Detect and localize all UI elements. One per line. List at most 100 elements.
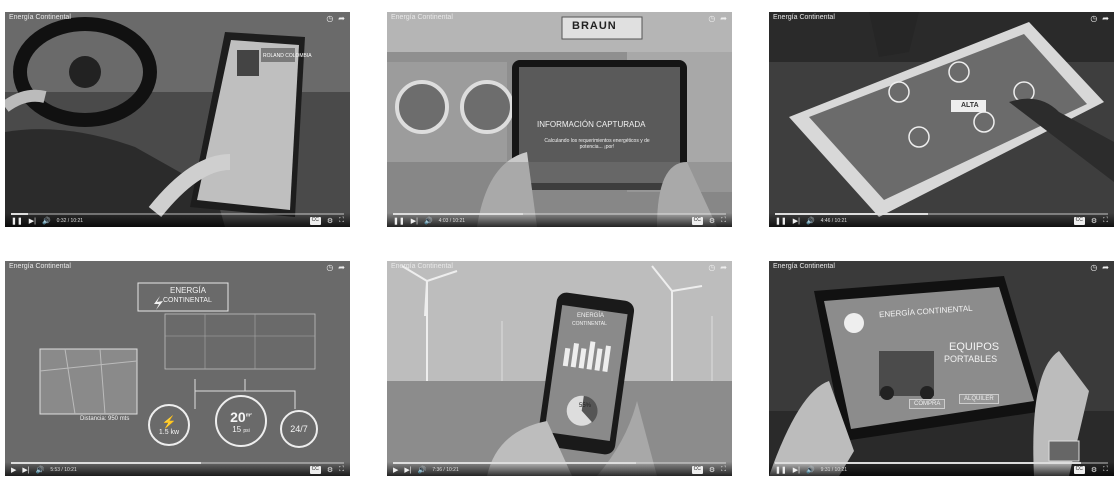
- controls-left: ❚❚ ▶| 🔊 0:32 / 10:21: [11, 217, 83, 225]
- controls-right: CC ⚙ ⛶: [1073, 217, 1108, 225]
- controls-right: CC ⚙ ⛶: [309, 466, 344, 474]
- distance-label: Distancia: 950 mts: [80, 416, 130, 422]
- clock-icon[interactable]: ◷: [326, 14, 333, 23]
- controls-left: ❚❚ ▶| 🔊 4:46 / 10:21: [775, 217, 847, 225]
- buy-button[interactable]: COMPRA: [909, 399, 946, 409]
- settings-icon[interactable]: ⚙: [709, 217, 715, 225]
- video-thumbnail-2[interactable]: BRAUN INFORMACIÓN CAPTURADA Calculando l…: [387, 12, 732, 227]
- progress-bar[interactable]: [775, 213, 1108, 215]
- controls-right: CC ⚙ ⛶: [691, 217, 726, 225]
- captions-icon[interactable]: CC: [691, 466, 703, 474]
- time-display: 5:53 / 10:21: [50, 467, 77, 473]
- bolt-icon: ⚡: [161, 414, 177, 429]
- volume-icon[interactable]: 🔊: [42, 217, 51, 225]
- share-icon[interactable]: ➦: [720, 14, 727, 23]
- area-number: 20: [230, 408, 246, 425]
- settings-icon[interactable]: ⚙: [1091, 217, 1097, 225]
- video-thumbnail-4[interactable]: ENERGÍA CONTINENTAL Distancia: 950 mts ⚡…: [5, 261, 350, 476]
- next-icon[interactable]: ▶|: [22, 466, 29, 474]
- video-title[interactable]: Energía Continental: [773, 14, 835, 21]
- progress-played: [775, 462, 1082, 464]
- clock-icon[interactable]: ◷: [708, 263, 715, 272]
- video-title[interactable]: Energía Continental: [9, 263, 71, 270]
- video-title[interactable]: Energía Continental: [391, 14, 453, 21]
- fullscreen-icon[interactable]: ⛶: [721, 466, 726, 474]
- video-thumbnail-3[interactable]: ALTA Energía Continental ◷ ➦ ❚❚ ▶| 🔊 4:4…: [769, 12, 1114, 227]
- volume-icon[interactable]: 🔊: [36, 466, 45, 474]
- captions-icon[interactable]: CC: [1073, 466, 1085, 474]
- progress-bar[interactable]: [775, 462, 1108, 464]
- share-icon[interactable]: ➦: [1102, 263, 1109, 272]
- settings-icon[interactable]: ⚙: [1091, 466, 1097, 474]
- play-icon[interactable]: ▶: [11, 466, 16, 474]
- settings-icon[interactable]: ⚙: [709, 466, 715, 474]
- next-icon[interactable]: ▶|: [404, 466, 411, 474]
- app-title-1: ENERGÍA: [577, 313, 605, 319]
- progress-bar[interactable]: [393, 462, 726, 464]
- time-display: 4:03 / 10:21: [438, 218, 466, 224]
- progress-bar[interactable]: [393, 213, 726, 215]
- volume-icon[interactable]: 🔊: [806, 217, 815, 225]
- pie-percent: 55%: [579, 403, 592, 409]
- product-title-1: EQUIPOS: [949, 341, 1000, 353]
- play-icon[interactable]: ▶: [393, 466, 398, 474]
- controls-right: CC ⚙ ⛶: [309, 217, 344, 225]
- pause-icon[interactable]: ❚❚: [393, 217, 405, 225]
- clock-icon[interactable]: ◷: [708, 14, 715, 23]
- fullscreen-icon[interactable]: ⛶: [1103, 217, 1108, 225]
- fullscreen-icon[interactable]: ⛶: [721, 217, 726, 225]
- power-stat: ⚡ 1.5 kw: [148, 404, 190, 446]
- pause-icon[interactable]: ❚❚: [775, 466, 787, 474]
- progress-bar[interactable]: [11, 462, 344, 464]
- clock-icon[interactable]: ◷: [1090, 263, 1097, 272]
- progress-bar[interactable]: [11, 213, 344, 215]
- video-title[interactable]: Energía Continental: [9, 14, 71, 21]
- fullscreen-icon[interactable]: ⛶: [1103, 466, 1108, 474]
- video-thumbnail-5[interactable]: ENERGÍA CONTINENTAL 55% Energía Continen…: [387, 261, 732, 476]
- settings-icon[interactable]: ⚙: [327, 466, 333, 474]
- share-icon[interactable]: ➦: [338, 14, 345, 23]
- video-thumbnail-1[interactable]: ROLAND COLOMBIA Energía Continental ◷ ➦ …: [5, 12, 350, 227]
- pause-icon[interactable]: ❚❚: [11, 217, 23, 225]
- next-icon[interactable]: ▶|: [29, 217, 36, 225]
- time-display: 4:46 / 10:21: [820, 218, 848, 224]
- share-icon[interactable]: ➦: [1102, 14, 1109, 23]
- captions-icon[interactable]: CC: [309, 466, 321, 474]
- next-icon[interactable]: ▶|: [411, 217, 418, 225]
- captions-icon[interactable]: CC: [309, 217, 321, 225]
- controls-left: ▶ ▶| 🔊 5:53 / 10:21: [11, 466, 77, 474]
- top-icons: ◷ ➦: [708, 263, 727, 272]
- clock-icon[interactable]: ◷: [1090, 14, 1097, 23]
- captions-icon[interactable]: CC: [1073, 217, 1085, 225]
- top-icons: ◷ ➦: [326, 14, 345, 23]
- power-value: 1.5 kw: [158, 428, 180, 436]
- next-icon[interactable]: ▶|: [793, 466, 800, 474]
- clock-icon[interactable]: ◷: [326, 263, 333, 272]
- progress-played: [11, 213, 28, 215]
- volume-icon[interactable]: 🔊: [418, 466, 427, 474]
- rent-button[interactable]: ALQUILER: [959, 394, 999, 404]
- progress-played: [393, 462, 637, 464]
- controls-right: CC ⚙ ⛶: [691, 466, 726, 474]
- volume-icon[interactable]: 🔊: [806, 466, 815, 474]
- video-title[interactable]: Energía Continental: [391, 263, 453, 270]
- pause-icon[interactable]: ❚❚: [775, 217, 787, 225]
- share-icon[interactable]: ➦: [338, 263, 345, 272]
- volume-icon[interactable]: 🔊: [424, 217, 433, 225]
- video-title[interactable]: Energía Continental: [773, 263, 835, 270]
- captions-icon[interactable]: CC: [691, 217, 703, 225]
- product-title-2: PORTABLES: [944, 354, 998, 364]
- next-icon[interactable]: ▶|: [793, 217, 800, 225]
- video-frame: [769, 261, 1114, 476]
- top-icons: ◷ ➦: [708, 14, 727, 23]
- pressure-number: 15: [232, 424, 242, 434]
- area-value: 20m²: [230, 409, 252, 425]
- share-icon[interactable]: ➦: [720, 263, 727, 272]
- fullscreen-icon[interactable]: ⛶: [339, 217, 344, 225]
- settings-icon[interactable]: ⚙: [327, 217, 333, 225]
- top-icons: ◷ ➦: [1090, 263, 1109, 272]
- logo-line-2: CONTINENTAL: [163, 297, 212, 304]
- availability-value: 24/7: [290, 424, 308, 434]
- video-thumbnail-6[interactable]: ENERGÍA CONTINENTAL EQUIPOS PORTABLES CO…: [769, 261, 1114, 476]
- fullscreen-icon[interactable]: ⛶: [339, 466, 344, 474]
